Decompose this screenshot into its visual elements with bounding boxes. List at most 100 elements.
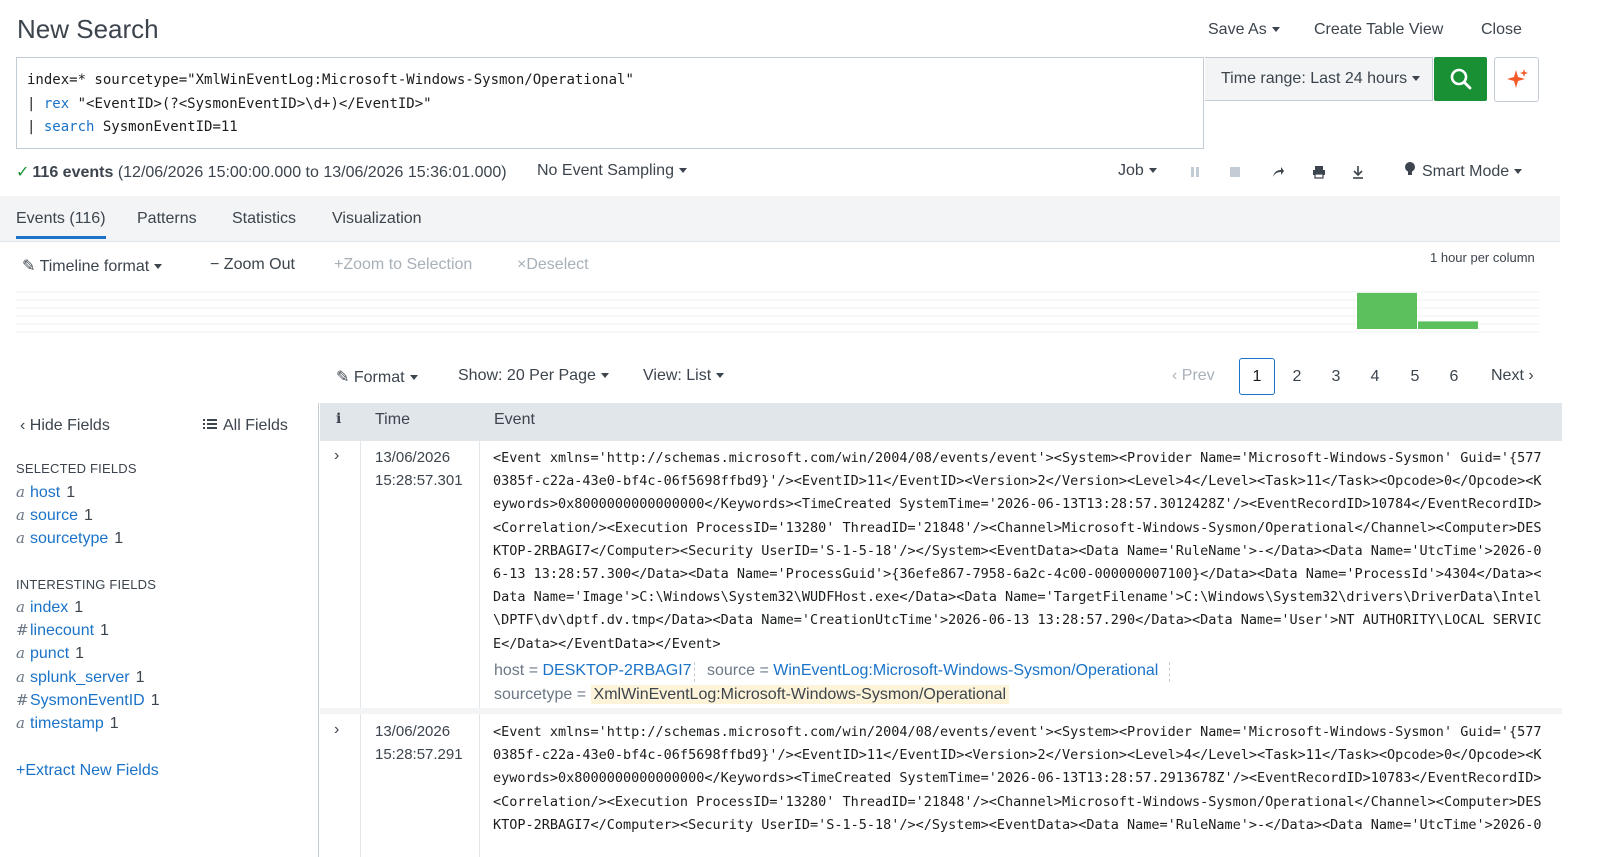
- tab-visualization[interactable]: Visualization: [332, 210, 422, 228]
- hide-fields-button[interactable]: ‹ Hide Fields: [20, 417, 110, 435]
- field-name: index: [30, 599, 69, 616]
- column-divider: [360, 403, 361, 857]
- minus-icon: −: [210, 256, 220, 273]
- tab-events[interactable]: Events (116): [16, 210, 106, 239]
- print-icon[interactable]: [1311, 164, 1327, 180]
- column-divider: [479, 403, 480, 857]
- field-type-icon: a: [16, 483, 25, 501]
- export-icon[interactable]: [1350, 164, 1366, 180]
- plus-icon: +: [16, 762, 26, 779]
- field-item-source[interactable]: a source 1: [16, 506, 93, 525]
- list-icon: [203, 417, 217, 435]
- chevron-down-icon: [1412, 76, 1421, 82]
- field-count: 1: [66, 484, 76, 501]
- tab-statistics[interactable]: Statistics: [232, 210, 296, 228]
- close-button[interactable]: Close: [1481, 21, 1522, 39]
- stop-icon[interactable]: [1227, 164, 1243, 180]
- field-count: 1: [135, 668, 145, 686]
- page-4[interactable]: 4: [1357, 358, 1393, 395]
- sourcetype-value[interactable]: XmlWinEventLog:Microsoft-Windows-Sysmon/…: [590, 685, 1010, 704]
- save-as-menu[interactable]: Save As: [1208, 21, 1280, 39]
- field-name: splunk_server: [30, 668, 130, 686]
- field-type-icon: a: [16, 529, 25, 548]
- event-time: 13/06/2026 15:28:57.301: [375, 449, 463, 489]
- field-name: SysmonEventID: [30, 691, 145, 709]
- pause-icon[interactable]: [1187, 164, 1203, 180]
- event-column-header: Event: [494, 411, 535, 428]
- plus-icon: +: [334, 256, 344, 273]
- all-fields-button[interactable]: All Fields: [203, 417, 288, 435]
- time-range-picker[interactable]: Time range: Last 24 hours: [1205, 57, 1433, 101]
- page-2[interactable]: 2: [1279, 358, 1315, 395]
- field-count: 1: [114, 530, 124, 548]
- view-menu[interactable]: View: List: [643, 367, 725, 385]
- field-type-icon: a: [16, 667, 25, 686]
- search-input[interactable]: index=* sourcetype="XmlWinEventLog:Micro…: [16, 57, 1204, 149]
- search-line-3: | search SysmonEventID=11: [27, 119, 238, 135]
- job-menu[interactable]: Job: [1118, 162, 1157, 180]
- ai-assistant-button[interactable]: [1494, 57, 1539, 102]
- source-value[interactable]: WinEventLog:Microsoft-Windows-Sysmon/Ope…: [773, 662, 1158, 679]
- deselect-button[interactable]: ×Deselect: [517, 256, 589, 274]
- chevron-left-icon: ‹: [20, 417, 26, 434]
- field-item-index[interactable]: a index 1: [16, 598, 83, 617]
- chevron-right-icon: ›: [1528, 367, 1534, 384]
- save-as-label: Save As: [1208, 21, 1267, 38]
- host-value[interactable]: DESKTOP-2RBAGI7: [542, 662, 691, 679]
- share-icon[interactable]: [1270, 164, 1286, 180]
- create-table-view-button[interactable]: Create Table View: [1314, 21, 1443, 39]
- field-count: 1: [74, 599, 84, 616]
- field-item-sourcetype[interactable]: a sourcetype 1: [16, 529, 123, 548]
- chevron-left-icon: ‹: [1172, 367, 1178, 384]
- search-line-2: | rex "<EventID>(?<SysmonEventID>\d+)</E…: [27, 95, 432, 112]
- timeline-chart[interactable]: [16, 288, 1540, 333]
- field-item-sysmoneventid[interactable]: #SysmonEventID 1: [16, 691, 160, 710]
- pencil-icon: ✎: [336, 369, 350, 386]
- selected-fields-heading: SELECTED FIELDS: [16, 461, 137, 476]
- field-item-splunk_server[interactable]: a splunk_server 1: [16, 668, 145, 687]
- timeline-format-menu[interactable]: ✎ Timeline format: [22, 256, 163, 276]
- timeline-bar[interactable]: [1357, 292, 1417, 329]
- per-page-menu[interactable]: Show: 20 Per Page: [458, 367, 609, 385]
- search-icon: [1450, 68, 1471, 90]
- pencil-icon: ✎: [22, 258, 36, 275]
- field-type-icon: a: [16, 506, 25, 525]
- field-item-punct[interactable]: a punct 1: [16, 644, 84, 663]
- field-type-icon: a: [16, 714, 25, 732]
- field-type-icon: #: [16, 690, 29, 709]
- next-page-button[interactable]: Next ›: [1491, 367, 1534, 385]
- extract-new-fields-link[interactable]: +Extract New Fields: [16, 762, 159, 780]
- tab-patterns[interactable]: Patterns: [137, 210, 197, 228]
- chevron-down-icon: [1271, 27, 1280, 33]
- field-item-host[interactable]: a host 1: [16, 483, 75, 502]
- page-1[interactable]: 1: [1239, 358, 1275, 395]
- page-5[interactable]: 5: [1397, 358, 1433, 395]
- page-title: New Search: [17, 14, 159, 44]
- zoom-out-button[interactable]: − Zoom Out: [210, 256, 295, 274]
- format-menu[interactable]: ✎ Format: [336, 367, 418, 387]
- chevron-down-icon: [600, 373, 609, 379]
- search-button[interactable]: [1434, 57, 1487, 101]
- info-column-header: i: [336, 411, 342, 427]
- field-divider: [694, 662, 695, 682]
- field-count: 1: [75, 645, 85, 663]
- event-time: 13/06/2026 15:28:57.291: [375, 723, 463, 763]
- field-item-timestamp[interactable]: a timestamp 1: [16, 714, 119, 733]
- field-count: 1: [150, 691, 160, 709]
- event-sampling-menu[interactable]: No Event Sampling: [537, 162, 687, 180]
- expand-row-icon[interactable]: ›: [334, 721, 339, 739]
- zoom-to-selection-button[interactable]: +Zoom to Selection: [334, 256, 472, 274]
- sparkle-icon: [1506, 68, 1528, 88]
- time-column-header[interactable]: Time: [375, 411, 410, 429]
- field-item-linecount[interactable]: #linecount 1: [16, 621, 109, 640]
- field-type-icon: #: [16, 621, 29, 640]
- page-6[interactable]: 6: [1436, 358, 1472, 395]
- timeline-bar[interactable]: [1418, 321, 1478, 329]
- search-mode-menu[interactable]: Smart Mode: [1404, 162, 1523, 181]
- prev-page-button[interactable]: ‹ Prev: [1172, 367, 1215, 385]
- close-icon: ×: [517, 256, 527, 273]
- page-3[interactable]: 3: [1318, 358, 1354, 395]
- expand-row-icon[interactable]: ›: [334, 447, 339, 465]
- chevron-down-icon: [716, 373, 725, 379]
- field-type-icon: a: [16, 644, 25, 663]
